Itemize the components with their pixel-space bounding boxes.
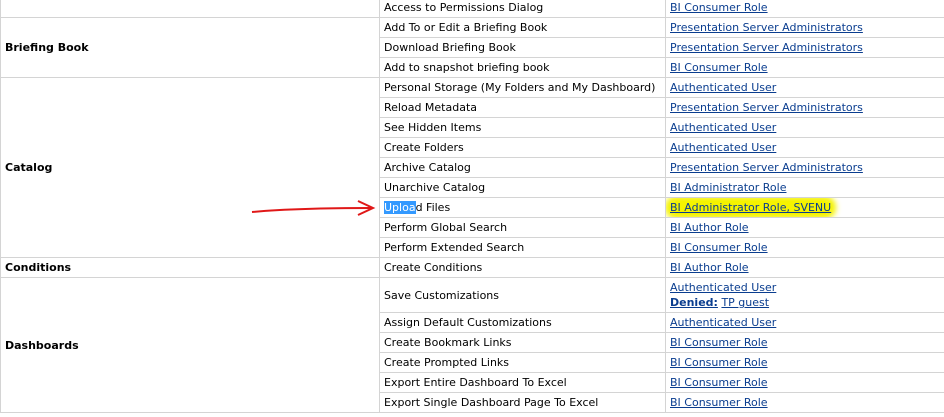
privilege-name: Unarchive Catalog [379, 177, 666, 198]
account-line: Authenticated User [670, 140, 940, 155]
privilege-name: Personal Storage (My Folders and My Dash… [379, 77, 666, 98]
table-row: Conditions Create Conditions BI Author Rol… [0, 257, 944, 278]
account-line: BI Consumer Role [670, 60, 940, 75]
privilege-group-name: Dashboards [0, 277, 380, 413]
account-line: Presentation Server Administrators [670, 40, 940, 55]
account-link[interactable]: BI Consumer Role [670, 396, 768, 409]
account-line: BI Consumer Role [670, 395, 940, 410]
account-link[interactable]: Presentation Server Administrators [670, 101, 863, 114]
permission-accounts: BI Consumer Role [665, 352, 944, 373]
account-line: BI Administrator Role, SVENU [670, 200, 940, 215]
permission-accounts: Presentation Server Administrators [665, 17, 944, 38]
account-line: BI Author Role [670, 220, 940, 235]
permission-accounts: BI Consumer Role [665, 332, 944, 353]
privilege-group-name: Conditions [0, 257, 380, 278]
permission-accounts: BI Author Role [665, 217, 944, 238]
permission-accounts: Presentation Server Administrators [665, 37, 944, 58]
account-line: BI Consumer Role [670, 375, 940, 390]
account-link[interactable]: Authenticated User [670, 121, 776, 134]
permission-accounts: BI Administrator Role [665, 177, 944, 198]
account-line: Authenticated User [670, 80, 940, 95]
privilege-name: Save Customizations [379, 277, 666, 313]
privilege-name-rest: d Files [415, 201, 451, 214]
privilege-name: Assign Default Customizations [379, 312, 666, 333]
account-link[interactable]: Presentation Server Administrators [670, 41, 863, 54]
permission-accounts: Authenticated User [665, 117, 944, 138]
privilege-name: Access to Permissions Dialog [379, 0, 666, 18]
account-line: BI Consumer Role [670, 355, 940, 370]
permission-accounts: Authenticated User [665, 312, 944, 333]
account-line: BI Author Role [670, 260, 940, 275]
denied-account-link[interactable]: TP guest [721, 296, 769, 309]
permission-accounts: Authenticated User [665, 77, 944, 98]
account-link[interactable]: BI Consumer Role [670, 1, 768, 14]
account-line: BI Administrator Role [670, 180, 940, 195]
account-link[interactable]: BI Administrator Role [670, 181, 786, 194]
account-link[interactable]: BI Administrator Role, SVENU [670, 201, 832, 214]
account-link[interactable]: Presentation Server Administrators [670, 161, 863, 174]
account-link[interactable]: Authenticated User [670, 141, 776, 154]
table-row: Access to Permissions Dialog BI Consumer … [0, 0, 944, 18]
denied-label: Denied: [670, 296, 718, 309]
selected-text: Uploa [384, 201, 416, 214]
permission-accounts: BI Consumer Role [665, 392, 944, 413]
permission-accounts: Presentation Server Administrators [665, 157, 944, 178]
permission-accounts: Authenticated User Denied: TP guest [665, 277, 944, 313]
account-line: Authenticated User [670, 315, 940, 330]
account-link[interactable]: BI Consumer Role [670, 61, 768, 74]
privilege-name: Download Briefing Book [379, 37, 666, 58]
permission-accounts: Authenticated User [665, 137, 944, 158]
privilege-name: Upload Files [379, 197, 666, 218]
account-line: Authenticated User [670, 120, 940, 135]
permission-accounts: BI Consumer Role [665, 0, 944, 18]
table-row: Dashboards Save Customizations Authenticat… [0, 277, 944, 413]
privilege-name: Add to snapshot briefing book [379, 57, 666, 78]
privileges-table-body: Access to Permissions Dialog BI Consumer … [0, 0, 944, 413]
account-line: Presentation Server Administrators [670, 20, 940, 35]
privilege-name: Perform Global Search [379, 217, 666, 238]
privilege-name: Create Prompted Links [379, 352, 666, 373]
account-line: BI Consumer Role [670, 335, 940, 350]
privilege-group-name [0, 0, 380, 18]
account-link[interactable]: BI Consumer Role [670, 336, 768, 349]
permission-accounts: Presentation Server Administrators [665, 97, 944, 118]
privilege-group-name: Briefing Book [0, 17, 380, 78]
privilege-name: Add To or Edit a Briefing Book [379, 17, 666, 38]
account-link[interactable]: Presentation Server Administrators [670, 21, 863, 34]
privilege-name: Create Bookmark Links [379, 332, 666, 353]
table-row: Briefing Book Add To or Edit a Briefing B… [0, 17, 944, 78]
account-link[interactable]: BI Author Role [670, 221, 749, 234]
account-line: BI Consumer Role [670, 240, 940, 255]
privilege-name: Export Single Dashboard Page To Excel [379, 392, 666, 413]
privilege-name: Reload Metadata [379, 97, 666, 118]
account-link[interactable]: Authenticated User [670, 316, 776, 329]
permission-accounts: BI Author Role [665, 257, 944, 278]
table-row: Catalog Personal Storage (My Folders and … [0, 77, 944, 258]
denied-line: Denied: TP guest [670, 295, 940, 310]
account-line: BI Consumer Role [670, 0, 940, 15]
privilege-name: Perform Extended Search [379, 237, 666, 258]
privilege-name: See Hidden Items [379, 117, 666, 138]
account-line: Presentation Server Administrators [670, 100, 940, 115]
account-link[interactable]: Authenticated User [670, 281, 776, 294]
account-line: Presentation Server Administrators [670, 160, 940, 175]
account-link[interactable]: BI Consumer Role [670, 241, 768, 254]
account-link[interactable]: BI Consumer Role [670, 356, 768, 369]
permission-accounts: BI Administrator Role, SVENU [665, 197, 944, 218]
permission-accounts: BI Consumer Role [665, 57, 944, 78]
privilege-group-name: Catalog [0, 77, 380, 258]
privilege-name: Export Entire Dashboard To Excel [379, 372, 666, 393]
privilege-name: Create Conditions [379, 257, 666, 278]
permission-accounts: BI Consumer Role [665, 372, 944, 393]
account-link[interactable]: BI Author Role [670, 261, 749, 274]
privilege-name: Archive Catalog [379, 157, 666, 178]
privileges-table: Access to Permissions Dialog BI Consumer … [0, 0, 944, 413]
privilege-name: Create Folders [379, 137, 666, 158]
account-link[interactable]: Authenticated User [670, 81, 776, 94]
account-line: Authenticated User [670, 280, 940, 295]
permission-accounts: BI Consumer Role [665, 237, 944, 258]
account-link[interactable]: BI Consumer Role [670, 376, 768, 389]
